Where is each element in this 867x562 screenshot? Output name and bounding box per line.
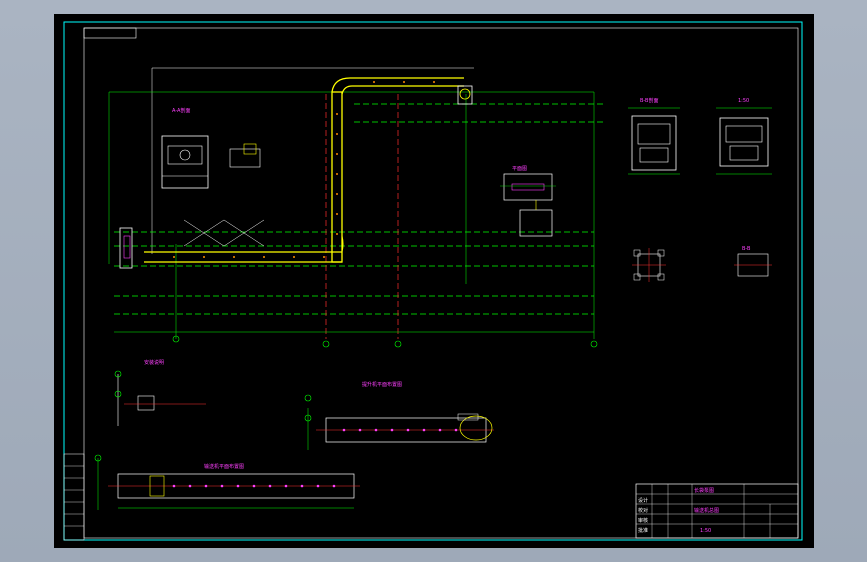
foundation-grid-detail: [632, 248, 666, 282]
corner-tag-box: [83, 27, 137, 39]
title-block-row-1: 设计: [638, 497, 648, 504]
plan-detail-view: [500, 173, 556, 237]
detail-scale-label: 1:50: [738, 98, 749, 104]
left-note-label: 安装说明: [144, 359, 164, 366]
embedded-plate-detail: [734, 253, 772, 277]
sheet-border: [63, 21, 803, 541]
detail-b-label: B-B: [742, 246, 751, 252]
section-b-label: B-B剖面: [640, 97, 659, 104]
section-a-label: A-A剖面: [172, 107, 190, 114]
title-block-row-3: 审核: [638, 517, 648, 524]
conveyor-plan-title: 输送机平面布置图: [204, 463, 244, 470]
plan-view-label: 平面图: [512, 166, 527, 172]
left-install-detail: [114, 370, 206, 426]
title-block-subtitle: 输送机总图: [694, 507, 719, 514]
cad-drawing-svg: A-A剖面 B-B剖面 1:50 B-B 平面图 安装说明 提升机平面布置图 输…: [63, 21, 803, 541]
inner-border: [83, 27, 799, 539]
cad-drawing-canvas[interactable]: A-A剖面 B-B剖面 1:50 B-B 平面图 安装说明 提升机平面布置图 输…: [54, 14, 814, 548]
title-block-row-4: 批准: [638, 527, 648, 534]
elevator-plan-title: 提升机平面布置图: [362, 381, 402, 388]
section-view-b: [716, 107, 772, 175]
title-block-row-2: 校对: [638, 507, 648, 514]
elevator-plan-view: [304, 394, 494, 450]
section-view-a: [628, 107, 680, 175]
title-block-scale: 1:50: [700, 528, 711, 534]
revision-table: [63, 453, 85, 541]
title-block-name: 长袋泵图: [694, 487, 714, 494]
